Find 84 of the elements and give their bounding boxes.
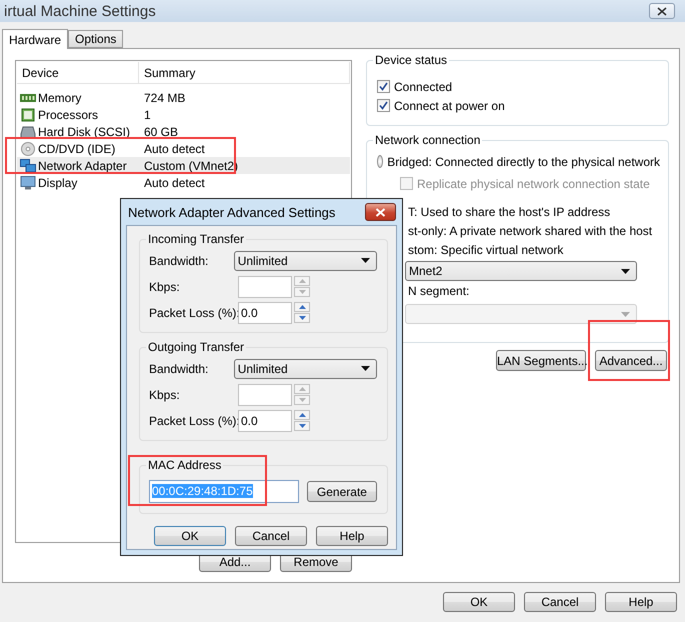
option-label: Connect at power on <box>394 98 505 112</box>
close-icon <box>375 208 386 216</box>
tab[interactable]: Hardware <box>2 29 68 49</box>
device-name: Processors <box>38 108 98 122</box>
up-arrow-icon <box>298 279 306 283</box>
group-title: Incoming Transfer <box>146 232 246 246</box>
spin-down-button[interactable] <box>294 421 310 431</box>
dialog-button[interactable]: Help <box>316 526 388 546</box>
down-arrow-icon <box>298 316 306 320</box>
network-button[interactable]: LAN Segments... <box>496 350 586 371</box>
field-label: Kbps: <box>149 280 181 294</box>
device-name: CD/DVD (IDE) <box>38 142 116 156</box>
generate-button[interactable]: Generate <box>306 481 377 502</box>
spin-down-button[interactable] <box>294 313 310 323</box>
device-row[interactable]: Display Auto detect <box>17 174 350 191</box>
down-arrow-icon <box>298 290 306 294</box>
monitor-icon <box>20 176 36 190</box>
disc-icon <box>20 142 36 156</box>
number-field[interactable] <box>238 276 292 298</box>
dropdown[interactable]: Unlimited <box>234 250 377 270</box>
group-title: Device status <box>373 53 450 67</box>
caret-icon <box>621 312 630 316</box>
field-label: Bandwidth: <box>149 362 210 376</box>
radio-button[interactable] <box>377 155 384 168</box>
option-label: Replicate physical network connection state <box>417 176 650 190</box>
dialog-button[interactable]: Cancel <box>524 592 596 612</box>
chip-icon <box>20 108 36 122</box>
down-arrow-icon <box>298 398 306 402</box>
device-summary: 60 GB <box>143 124 180 138</box>
field-label: Packet Loss (%): <box>149 306 238 320</box>
option-label: Connected <box>394 80 452 94</box>
close-icon <box>657 6 667 16</box>
dialog-button[interactable]: Cancel <box>235 526 307 546</box>
option-label: T: Used to share the host's IP address <box>408 204 610 218</box>
tab[interactable]: Options <box>68 30 124 48</box>
window-title: irtual Machine Settings <box>4 2 156 20</box>
number-field[interactable]: 0.0 <box>238 410 292 432</box>
caret-icon <box>361 366 370 371</box>
group-title: Outgoing Transfer <box>146 340 246 354</box>
dialog-button[interactable]: OK <box>154 526 226 546</box>
number-field[interactable]: 0.0 <box>238 302 292 324</box>
option-label: st-only: A private network shared with the host <box>408 224 652 238</box>
caret-icon <box>621 268 630 274</box>
device-row[interactable]: Hard Disk (SCSI) 60 GB <box>17 123 350 140</box>
option-label: Bridged: Connected directly to the physical network <box>387 154 660 168</box>
dropdown[interactable]: Unlimited <box>234 358 377 378</box>
option-label: stom: Specific virtual network <box>408 242 564 256</box>
device-summary: 724 MB <box>143 90 186 104</box>
checkbox[interactable] <box>377 99 390 112</box>
device-row[interactable]: Memory 724 MB <box>17 89 350 106</box>
checkbox[interactable] <box>377 80 390 93</box>
device-summary: Auto detect <box>143 176 206 190</box>
close-button[interactable] <box>365 203 396 221</box>
column-header[interactable]: Summary <box>139 62 350 84</box>
field-label: Bandwidth: <box>149 254 210 268</box>
up-arrow-icon <box>298 387 306 391</box>
dialog-button[interactable]: Help <box>605 592 677 612</box>
device-row[interactable]: CD/DVD (IDE) Auto detect <box>17 140 350 157</box>
dropdown[interactable]: Mnet2 <box>405 261 637 281</box>
device-summary: Auto detect <box>143 142 206 156</box>
network-computers-icon <box>20 158 36 172</box>
network-button[interactable]: Advanced... <box>595 350 667 371</box>
device-name: Network Adapter <box>38 158 127 172</box>
column-header[interactable]: Device <box>17 62 139 84</box>
device-name: Hard Disk (SCSI) <box>38 124 130 138</box>
number-field[interactable] <box>238 384 292 406</box>
group-title: MAC Address <box>146 458 224 472</box>
group-title: Network connection <box>373 133 482 147</box>
device-summary: 1 <box>143 108 152 122</box>
caret-icon <box>361 258 370 263</box>
device-name: Display <box>38 176 78 190</box>
option-label: N segment: <box>408 284 470 298</box>
down-arrow-icon <box>298 424 306 428</box>
field-label: Kbps: <box>149 388 181 402</box>
spin-up-button[interactable] <box>294 302 310 312</box>
up-arrow-icon <box>298 305 306 309</box>
device-name: Memory <box>38 90 82 104</box>
up-arrow-icon <box>298 413 306 417</box>
close-button[interactable] <box>649 3 675 19</box>
dialog-title: Network Adapter Advanced Settings <box>128 204 336 220</box>
dialog-button[interactable]: OK <box>443 592 515 612</box>
spin-up-button[interactable] <box>294 410 310 420</box>
device-row[interactable]: Processors 1 <box>17 106 350 123</box>
field-label: Packet Loss (%): <box>149 414 238 428</box>
